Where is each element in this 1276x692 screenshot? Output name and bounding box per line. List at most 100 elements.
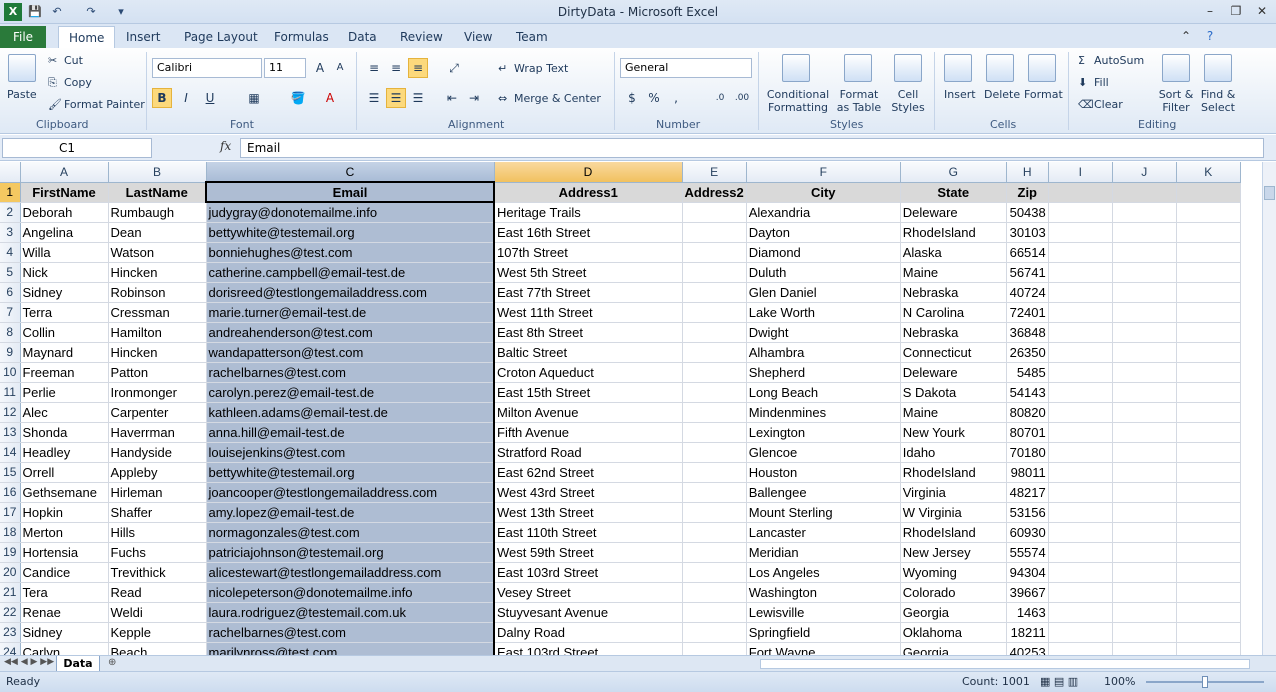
cell[interactable]: Robinson [108, 282, 207, 303]
cell-styles-icon[interactable] [894, 54, 922, 82]
cell[interactable] [682, 502, 747, 523]
cell[interactable] [1112, 462, 1177, 483]
cell[interactable] [1176, 402, 1241, 423]
cell[interactable]: Heritage Trails [493, 202, 683, 223]
cell[interactable] [682, 642, 747, 656]
column-header-f[interactable]: F [746, 162, 901, 183]
cell[interactable]: joancooper@testlongemailaddress.com [206, 482, 495, 503]
cell[interactable]: Los Angeles [746, 562, 901, 583]
cell[interactable] [1176, 242, 1241, 263]
cell[interactable]: catherine.campbell@email-test.de [206, 262, 495, 283]
cell[interactable]: bettywhite@testemail.org [206, 222, 495, 243]
cell[interactable]: Zip [1006, 182, 1049, 203]
cell[interactable]: Willa [20, 242, 109, 263]
cell[interactable]: Watson [108, 242, 207, 263]
cell[interactable]: Deborah [20, 202, 109, 223]
cell[interactable]: Glencoe [746, 442, 901, 463]
cell[interactable] [682, 562, 747, 583]
cell[interactable]: Alaska [900, 242, 1007, 263]
cell[interactable]: Candice [20, 562, 109, 583]
row-header[interactable]: 7 [0, 302, 21, 323]
cell[interactable]: Hincken [108, 342, 207, 363]
cell[interactable] [1048, 482, 1113, 503]
cell[interactable]: louisejenkins@test.com [206, 442, 495, 463]
vertical-scrollbar[interactable] [1262, 162, 1276, 656]
cell[interactable] [1176, 542, 1241, 563]
cell[interactable]: RhodeIsland [900, 522, 1007, 543]
copy-icon[interactable]: ⎘ [48, 76, 57, 90]
cell[interactable]: Rumbaugh [108, 202, 207, 223]
cell[interactable]: Lancaster [746, 522, 901, 543]
delete-cells-icon[interactable] [986, 54, 1014, 82]
cell[interactable]: 40724 [1006, 282, 1049, 303]
cell[interactable]: 94304 [1006, 562, 1049, 583]
tab-home[interactable]: Home [58, 26, 116, 48]
format-as-table-icon[interactable] [844, 54, 872, 82]
cell[interactable]: 98011 [1006, 462, 1049, 483]
cell[interactable]: Kepple [108, 622, 207, 643]
cell[interactable]: 107th Street [493, 242, 683, 263]
row-header[interactable]: 20 [0, 562, 21, 583]
cell[interactable]: Glen Daniel [746, 282, 901, 303]
cell[interactable]: rachelbarnes@test.com [206, 622, 495, 643]
cell[interactable]: Springfield [746, 622, 901, 643]
format-cells-button[interactable]: Format [1024, 88, 1063, 101]
cell[interactable] [1048, 582, 1113, 603]
font-size-combo[interactable]: 11 [264, 58, 306, 78]
align-center-icon[interactable]: ☰ [386, 88, 406, 108]
cell[interactable] [682, 402, 747, 423]
cell[interactable]: Baltic Street [493, 342, 683, 363]
cell[interactable]: patriciajohnson@testemail.org [206, 542, 495, 563]
cell[interactable] [1112, 502, 1177, 523]
cell[interactable] [682, 242, 747, 263]
row-header[interactable]: 17 [0, 502, 21, 523]
cell[interactable]: Ironmonger [108, 382, 207, 403]
row-header[interactable]: 13 [0, 422, 21, 443]
bold-button[interactable]: B [152, 88, 172, 108]
cell[interactable]: 39667 [1006, 582, 1049, 603]
cell[interactable]: bettywhite@testemail.org [206, 462, 495, 483]
insert-cells-button[interactable]: Insert [944, 88, 976, 101]
cell[interactable]: Hills [108, 522, 207, 543]
cell[interactable]: Georgia [900, 602, 1007, 623]
cell[interactable] [1112, 322, 1177, 343]
cell[interactable]: Weldi [108, 602, 207, 623]
cell[interactable] [682, 522, 747, 543]
cell[interactable]: Nebraska [900, 322, 1007, 343]
fill-icon[interactable]: ⬇ [1078, 76, 1087, 89]
align-middle-icon[interactable]: ≡ [386, 58, 406, 78]
cell[interactable]: Address1 [493, 182, 683, 203]
cell[interactable]: 18211 [1006, 622, 1049, 643]
cell[interactable]: Headley [20, 442, 109, 463]
insert-function-button[interactable]: fx [220, 139, 231, 153]
cell[interactable]: East 16th Street [493, 222, 683, 243]
cell[interactable]: Dwight [746, 322, 901, 343]
cell[interactable]: judygray@donotemailme.info [206, 202, 495, 223]
cell[interactable]: Houston [746, 462, 901, 483]
tab-file[interactable]: File [0, 26, 46, 48]
cell[interactable] [1048, 622, 1113, 643]
delete-cells-button[interactable]: Delete [984, 88, 1020, 101]
cell[interactable] [1048, 262, 1113, 283]
cell[interactable] [1112, 282, 1177, 303]
cut-icon[interactable]: ✂ [48, 54, 57, 67]
select-all-corner[interactable] [0, 162, 21, 183]
cell[interactable]: nicolepeterson@donotemailme.info [206, 582, 495, 603]
cell[interactable] [1112, 642, 1177, 656]
cell[interactable]: carolyn.perez@email-test.de [206, 382, 495, 403]
row-header[interactable]: 8 [0, 322, 21, 343]
formula-input[interactable]: Email [240, 138, 1264, 158]
cell[interactable]: 54143 [1006, 382, 1049, 403]
cell[interactable] [1112, 242, 1177, 263]
cell[interactable]: Nebraska [900, 282, 1007, 303]
cell[interactable]: 56741 [1006, 262, 1049, 283]
cell[interactable] [1048, 602, 1113, 623]
fill-button[interactable]: Fill [1094, 76, 1109, 89]
cell[interactable]: Renae [20, 602, 109, 623]
cell[interactable]: Trevithick [108, 562, 207, 583]
cell[interactable] [682, 322, 747, 343]
column-header-g[interactable]: G [900, 162, 1007, 183]
cell[interactable] [1176, 502, 1241, 523]
cell[interactable]: Lake Worth [746, 302, 901, 323]
italic-button[interactable]: I [176, 88, 196, 108]
